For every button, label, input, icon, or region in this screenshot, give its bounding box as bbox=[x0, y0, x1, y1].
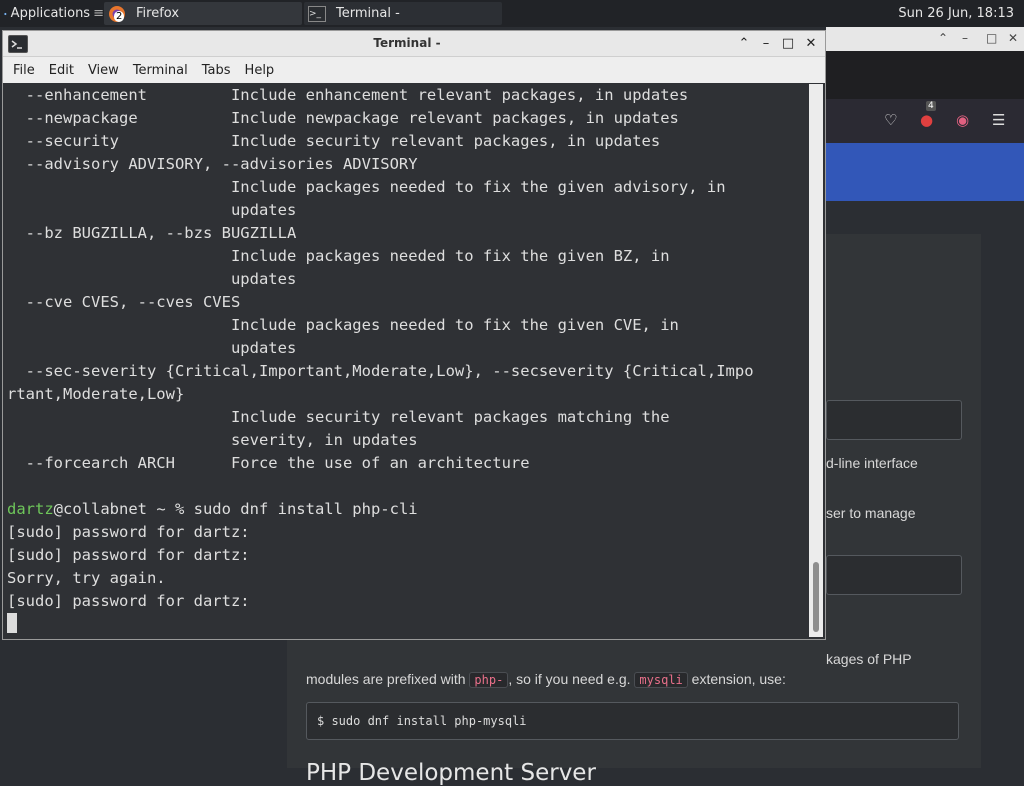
hamburger-menu-icon[interactable]: ☰ bbox=[992, 111, 1005, 129]
terminal-line: updates bbox=[7, 201, 297, 219]
section-heading: PHP Development Server bbox=[306, 760, 596, 786]
vertical-scrollbar[interactable] bbox=[809, 84, 823, 637]
terminal-line: --forcearch ARCH Force the use of an arc… bbox=[7, 454, 530, 472]
paragraph-text: modules are prefixed with bbox=[306, 671, 466, 687]
terminal-output[interactable]: --enhancement Include enhancement releva… bbox=[4, 84, 808, 637]
terminal-line: --enhancement Include enhancement releva… bbox=[7, 86, 689, 104]
menu-edit[interactable]: Edit bbox=[42, 63, 81, 78]
terminal-line: Sorry, try again. bbox=[7, 569, 166, 587]
terminal-line: updates bbox=[7, 270, 297, 288]
terminal-line: rtant,Moderate,Low} bbox=[7, 385, 185, 403]
prompt-line: dartz@collabnet ~ % sudo dnf install php… bbox=[7, 498, 754, 521]
terminal-line: --cve CVES, --cves CVES bbox=[7, 293, 241, 311]
inline-code: php- bbox=[469, 672, 509, 688]
code-block bbox=[826, 400, 962, 440]
maximize-icon[interactable]: □ bbox=[779, 34, 797, 52]
extension-badge: 4 bbox=[926, 101, 936, 111]
taskbar-firefox[interactable]: 2 Firefox bbox=[104, 2, 302, 25]
firefox-tabstrip bbox=[826, 51, 1024, 99]
terminal-line: --sec-severity {Critical,Important,Moder… bbox=[7, 362, 754, 380]
minimize-icon[interactable]: – bbox=[757, 34, 775, 52]
terminal-line: [sudo] password for dartz: bbox=[7, 592, 250, 610]
minimize-up-icon[interactable]: ⌃ bbox=[938, 31, 948, 45]
applications-label: Applications bbox=[10, 6, 91, 21]
taskbar-firefox-label: Firefox bbox=[136, 6, 180, 21]
menu-file[interactable]: File bbox=[6, 63, 42, 78]
taskbar-terminal-label: Terminal - bbox=[336, 6, 400, 21]
window-title: Terminal - bbox=[373, 36, 441, 50]
terminal-line: --advisory ADVISORY, --advisories ADVISO… bbox=[7, 155, 418, 173]
firefox-icon: 2 bbox=[108, 5, 126, 23]
minimize-icon[interactable]: – bbox=[962, 31, 968, 45]
close-icon[interactable]: ✕ bbox=[802, 34, 820, 52]
taskbar-terminal[interactable]: >_ Terminal - bbox=[304, 2, 502, 25]
page-banner bbox=[826, 143, 1024, 201]
shade-icon[interactable]: ⌃ bbox=[735, 34, 753, 52]
terminal-line: Include security relevant packages match… bbox=[7, 408, 670, 426]
close-icon[interactable]: ✕ bbox=[1008, 31, 1018, 45]
terminal-line: Include packages needed to fix the given… bbox=[7, 178, 726, 196]
terminal-line: --security Include security relevant pac… bbox=[7, 132, 661, 150]
terminal-line: Include packages needed to fix the given… bbox=[7, 247, 670, 265]
maximize-icon[interactable]: □ bbox=[986, 31, 997, 45]
window-count-badge: 2 bbox=[114, 10, 125, 22]
ublock-icon[interactable]: ● bbox=[920, 111, 933, 129]
applications-menu-button[interactable]: Applications ≡ bbox=[0, 0, 104, 27]
code-block bbox=[826, 555, 962, 595]
menu-bar: File Edit View Terminal Tabs Help bbox=[3, 57, 825, 83]
terminal-line: --newpackage Include newpackage relevant… bbox=[7, 109, 679, 127]
terminal-line: [sudo] password for dartz: bbox=[7, 546, 250, 564]
firefox-toolbar: ♡ ● 4 ◉ ☰ bbox=[826, 99, 1024, 143]
paragraph-text: , so if you need e.g. bbox=[508, 671, 631, 687]
menu-tabs[interactable]: Tabs bbox=[195, 63, 238, 78]
clock[interactable]: Sun 26 Jun, 18:13 bbox=[898, 0, 1014, 27]
terminal-line: severity, in updates bbox=[7, 431, 418, 449]
menu-icon: ≡ bbox=[93, 6, 104, 21]
top-panel: Applications ≡ 2 Firefox >_ Terminal - S… bbox=[0, 0, 1024, 27]
paragraph: modules are prefixed with php-, so if yo… bbox=[306, 671, 786, 688]
private-mask-icon[interactable]: ◉ bbox=[956, 111, 969, 129]
partial-text: kages of PHP bbox=[826, 651, 912, 667]
terminal-line: Include packages needed to fix the given… bbox=[7, 316, 679, 334]
pocket-icon[interactable]: ♡ bbox=[884, 111, 897, 129]
scrollbar-thumb[interactable] bbox=[813, 562, 819, 632]
inline-code: mysqli bbox=[634, 672, 688, 688]
terminal-titlebar[interactable]: Terminal - ⌃ – □ ✕ bbox=[3, 31, 825, 57]
text-cursor bbox=[7, 613, 17, 633]
menu-view[interactable]: View bbox=[81, 63, 126, 78]
paragraph-text: extension, use: bbox=[691, 671, 786, 687]
menu-terminal[interactable]: Terminal bbox=[126, 63, 195, 78]
menu-help[interactable]: Help bbox=[238, 63, 282, 78]
applications-icon bbox=[4, 12, 7, 15]
firefox-titlebar: ⌃ – □ ✕ bbox=[826, 27, 1024, 51]
terminal-line: updates bbox=[7, 339, 297, 357]
prompt-user: dartz bbox=[7, 500, 54, 518]
terminal-line: --bz BUGZILLA, --bzs BUGZILLA bbox=[7, 224, 297, 242]
terminal-window: Terminal - ⌃ – □ ✕ File Edit View Termin… bbox=[2, 30, 826, 640]
cursor-line bbox=[7, 613, 754, 636]
partial-text: ser to manage bbox=[826, 505, 916, 521]
command-code-block[interactable]: $ sudo dnf install php-mysqli bbox=[306, 702, 959, 740]
terminal-icon: >_ bbox=[308, 5, 326, 22]
terminal-line: [sudo] password for dartz: bbox=[7, 523, 250, 541]
prompt-command: @collabnet ~ % sudo dnf install php-cli bbox=[53, 500, 418, 518]
partial-text: d-line interface bbox=[826, 455, 918, 471]
terminal-text: --enhancement Include enhancement releva… bbox=[7, 84, 754, 636]
